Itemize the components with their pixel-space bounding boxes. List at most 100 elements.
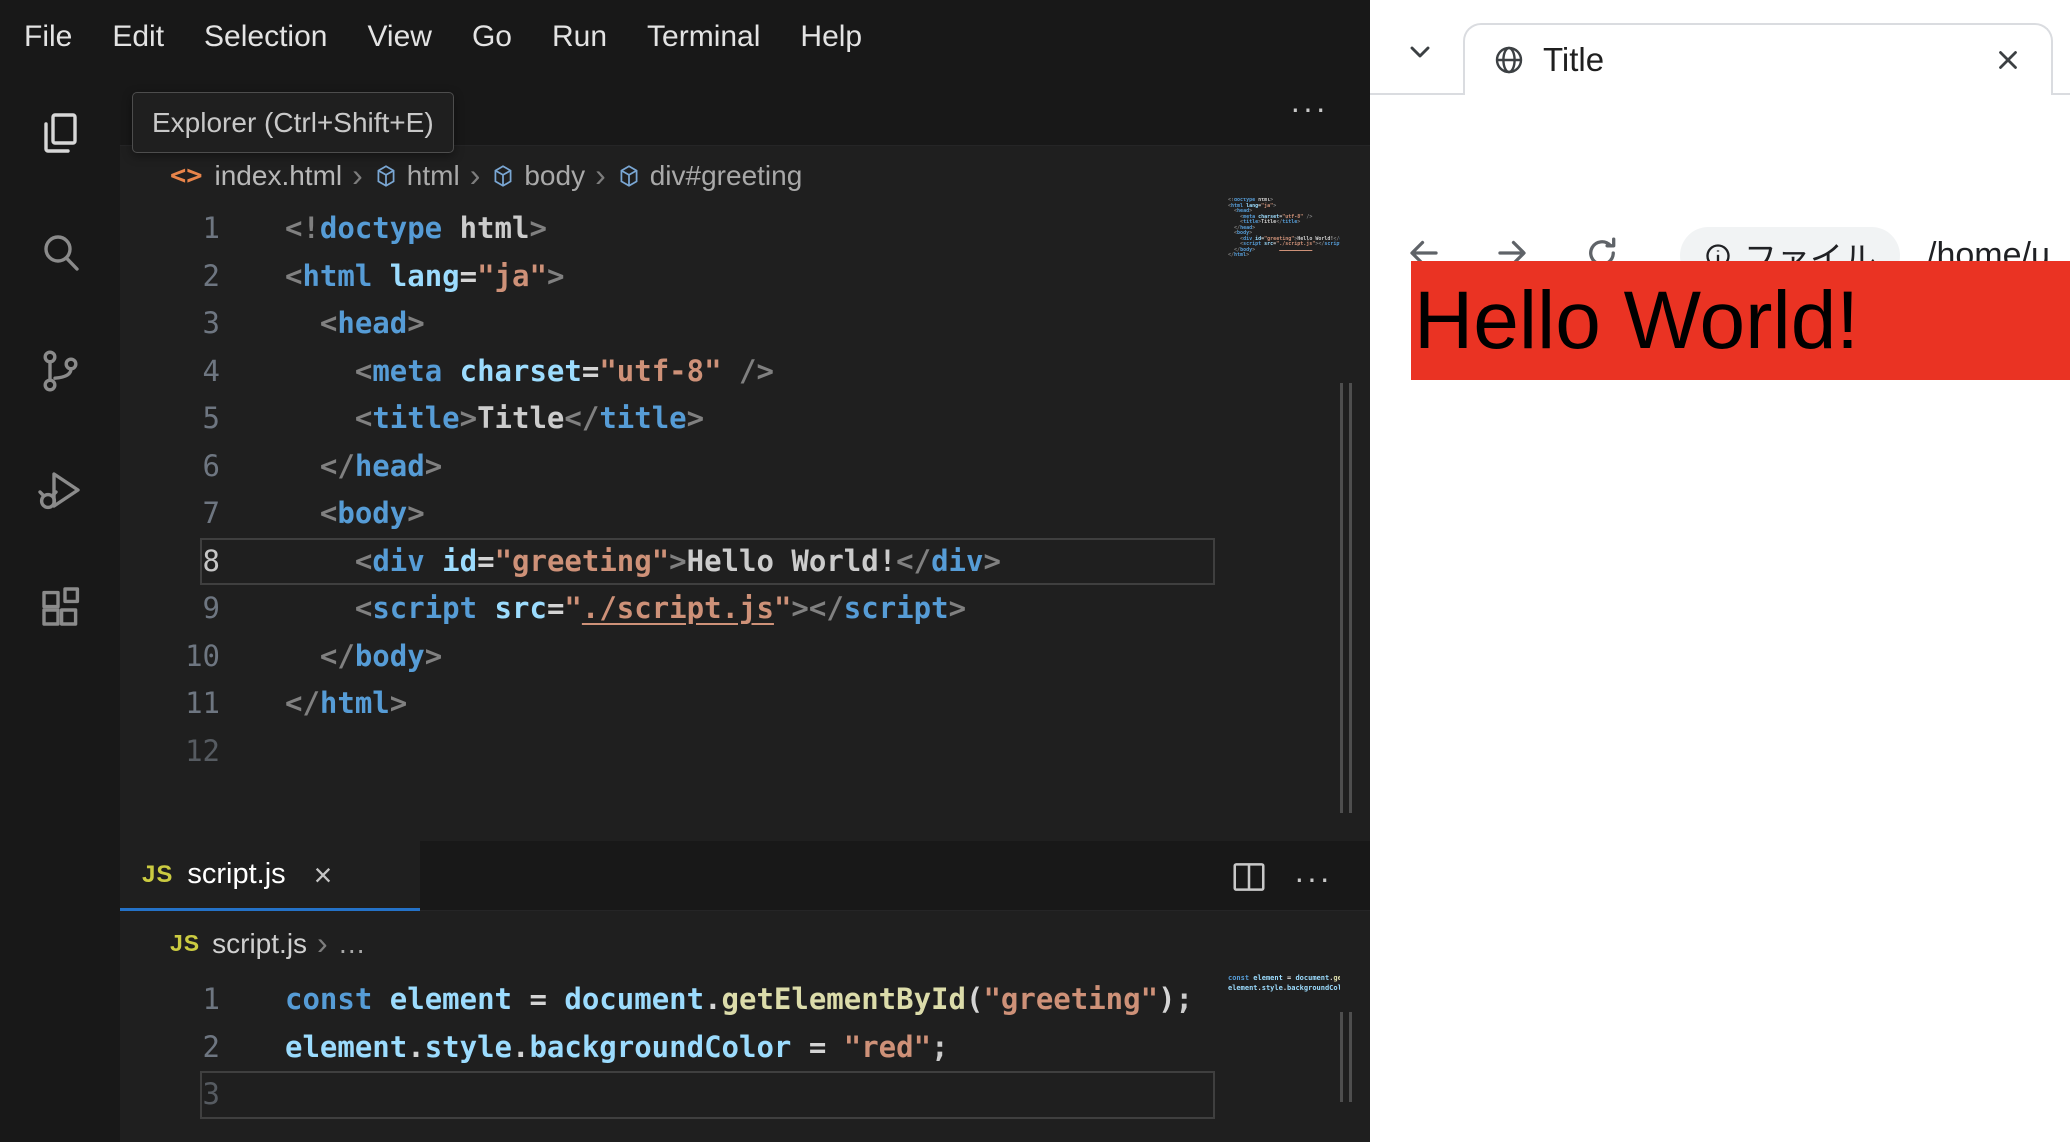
code-line-7[interactable]: 7 <body>: [120, 490, 1350, 538]
minimap[interactable]: const element = document.getElementById(…: [1228, 973, 1340, 1007]
code-text: <meta charset="utf-8" />: [354, 353, 774, 388]
js-file-icon: JS: [142, 860, 174, 888]
panel-breadcrumb: JS script.js › …: [120, 911, 1370, 976]
breadcrumb-item[interactable]: div#greeting: [650, 160, 803, 192]
code-line-1[interactable]: 1 const element = document.getElementById…: [120, 976, 1350, 1024]
breadcrumb-separator: ›: [352, 157, 363, 193]
code-text: <body>: [319, 496, 425, 530]
browser-toolbar: ファイル /home/u: [1370, 95, 2070, 284]
code-line-2[interactable]: 2 <html lang="ja">: [120, 253, 1350, 301]
browser-tab[interactable]: Title: [1463, 23, 2053, 95]
line-number: 2: [202, 1029, 220, 1064]
globe-icon: [1495, 46, 1523, 74]
breadcrumb-item[interactable]: index.html: [215, 160, 343, 192]
menu-item-go[interactable]: Go: [452, 0, 532, 73]
line-number: 1: [202, 211, 220, 245]
vscode-window: File Edit Selection View Go Run Terminal Help: [0, 0, 1370, 1142]
js-file-icon: JS: [170, 930, 201, 956]
chevron-down-icon[interactable]: [1404, 36, 1436, 68]
menu-item-run[interactable]: Run: [532, 0, 627, 73]
menu-item-help[interactable]: Help: [780, 0, 882, 73]
menu-item-edit[interactable]: Edit: [92, 0, 184, 73]
line-number: 10: [185, 638, 220, 673]
code-text: <head>: [319, 306, 425, 340]
activity-search-button[interactable]: [0, 192, 120, 311]
current-line-highlight: [200, 1071, 1215, 1119]
menu-item-file[interactable]: File: [4, 0, 92, 73]
html-file-icon: <>: [170, 160, 203, 191]
activity-source-control-button[interactable]: [0, 311, 120, 430]
line-number: 12: [185, 733, 220, 768]
line-number: 8: [202, 543, 220, 578]
line-number: 4: [202, 353, 220, 388]
panel-more-actions-button[interactable]: ···: [1294, 862, 1332, 894]
tab-title: Title: [1543, 41, 1605, 78]
breadcrumb-item[interactable]: html: [407, 160, 460, 192]
code-line-10[interactable]: 10 </body>: [120, 633, 1350, 681]
breadcrumb-separator: ›: [595, 157, 606, 193]
code-text: <!doctype html>: [285, 211, 547, 245]
minimap-line: </html>: [1228, 252, 1250, 258]
menu-item-selection[interactable]: Selection: [184, 0, 347, 73]
breadcrumb-item[interactable]: body: [524, 160, 585, 192]
scrollbar[interactable]: [1340, 383, 1343, 813]
menu-item-view[interactable]: View: [347, 0, 451, 73]
html-editor[interactable]: 1 <!doctype html> 2 <html lang="ja"> 3 <head…: [120, 205, 1350, 775]
breadcrumb-item[interactable]: script.js: [212, 928, 307, 960]
code-line-2[interactable]: 2 element.style.backgroundColor = "red";: [120, 1024, 1350, 1072]
breadcrumb-separator: ›: [469, 157, 481, 193]
line-number: 3: [202, 1077, 220, 1111]
code-line-8[interactable]: 8 <div id="greeting">Hello World!</div>: [120, 537, 1350, 585]
screen: File Edit Selection View Go Run Terminal Help: [0, 0, 2070, 1142]
tab-label: script.js: [187, 858, 286, 890]
line-number: 7: [202, 496, 220, 530]
code-text: </html>: [285, 686, 408, 720]
line-number: 6: [202, 448, 220, 483]
run-and-debug-icon: [38, 471, 80, 509]
line-number: 3: [202, 306, 220, 340]
code-text: element.style.backgroundColor = "red";: [285, 1029, 949, 1064]
menu-item-terminal[interactable]: Terminal: [627, 0, 780, 73]
code-line-4[interactable]: 4 <meta charset="utf-8" />: [120, 348, 1350, 396]
source-control-icon: [43, 349, 78, 392]
line-number: 1: [202, 982, 220, 1016]
activity-explorer-button[interactable]: [0, 73, 120, 192]
close-tab-icon[interactable]: ×: [314, 859, 333, 891]
code-line-3[interactable]: 3 <head>: [120, 300, 1350, 348]
minimap[interactable]: <!doctype html> <html lang="ja"> <head> <…: [1228, 198, 1340, 268]
extensions-icon: [42, 586, 80, 626]
code-text: <div id="greeting">Hello World!</div>: [354, 543, 1001, 578]
activity-extensions-button[interactable]: [0, 549, 120, 668]
code-line-9[interactable]: 9 <script src="./script.js"></script>: [120, 585, 1350, 633]
code-text: <title>Title</title>: [354, 401, 705, 435]
minimap-line: element.style.backgroundColor = "red";: [1228, 984, 1340, 992]
editor-more-actions-button[interactable]: ···: [1290, 92, 1328, 124]
line-number: 11: [185, 686, 220, 720]
code-text: <html lang="ja">: [285, 258, 565, 293]
code-line-1[interactable]: 1 <!doctype html>: [120, 205, 1350, 253]
code-line-12[interactable]: 12: [120, 728, 1350, 776]
breadcrumb-item[interactable]: …: [338, 928, 366, 960]
close-tab-icon[interactable]: [1993, 45, 2023, 75]
line-number: 5: [202, 401, 220, 435]
split-editor-icon[interactable]: [1230, 858, 1268, 896]
browser-window: Title ファイル /home/u Hello World!: [1370, 0, 2070, 1142]
code-text: </head>: [319, 448, 443, 483]
code-text: const element = document.getElementById(…: [285, 982, 1193, 1016]
line-number: 9: [202, 591, 220, 625]
greeting-banner: Hello World!: [1411, 261, 2070, 380]
code-line-3[interactable]: 3: [120, 1071, 1350, 1119]
activity-run-debug-button[interactable]: [0, 430, 120, 549]
tab-script-js[interactable]: JS script.js ×: [120, 841, 420, 911]
symbol-element-icon: [377, 164, 395, 187]
code-line-5[interactable]: 5 <title>Title</title>: [120, 395, 1350, 443]
overview-ruler-mark: [1349, 1012, 1352, 1102]
js-editor[interactable]: 1 const element = document.getElementById…: [120, 976, 1350, 1119]
explorer-tooltip: Explorer (Ctrl+Shift+E): [132, 92, 454, 153]
line-number: 2: [202, 258, 220, 293]
minimap-line: const element = document.getElementById(…: [1228, 974, 1340, 982]
symbol-element-icon: [494, 164, 512, 187]
scrollbar[interactable]: [1340, 1012, 1343, 1102]
code-line-6[interactable]: 6 </head>: [120, 443, 1350, 491]
code-line-11[interactable]: 11 </html>: [120, 680, 1350, 728]
